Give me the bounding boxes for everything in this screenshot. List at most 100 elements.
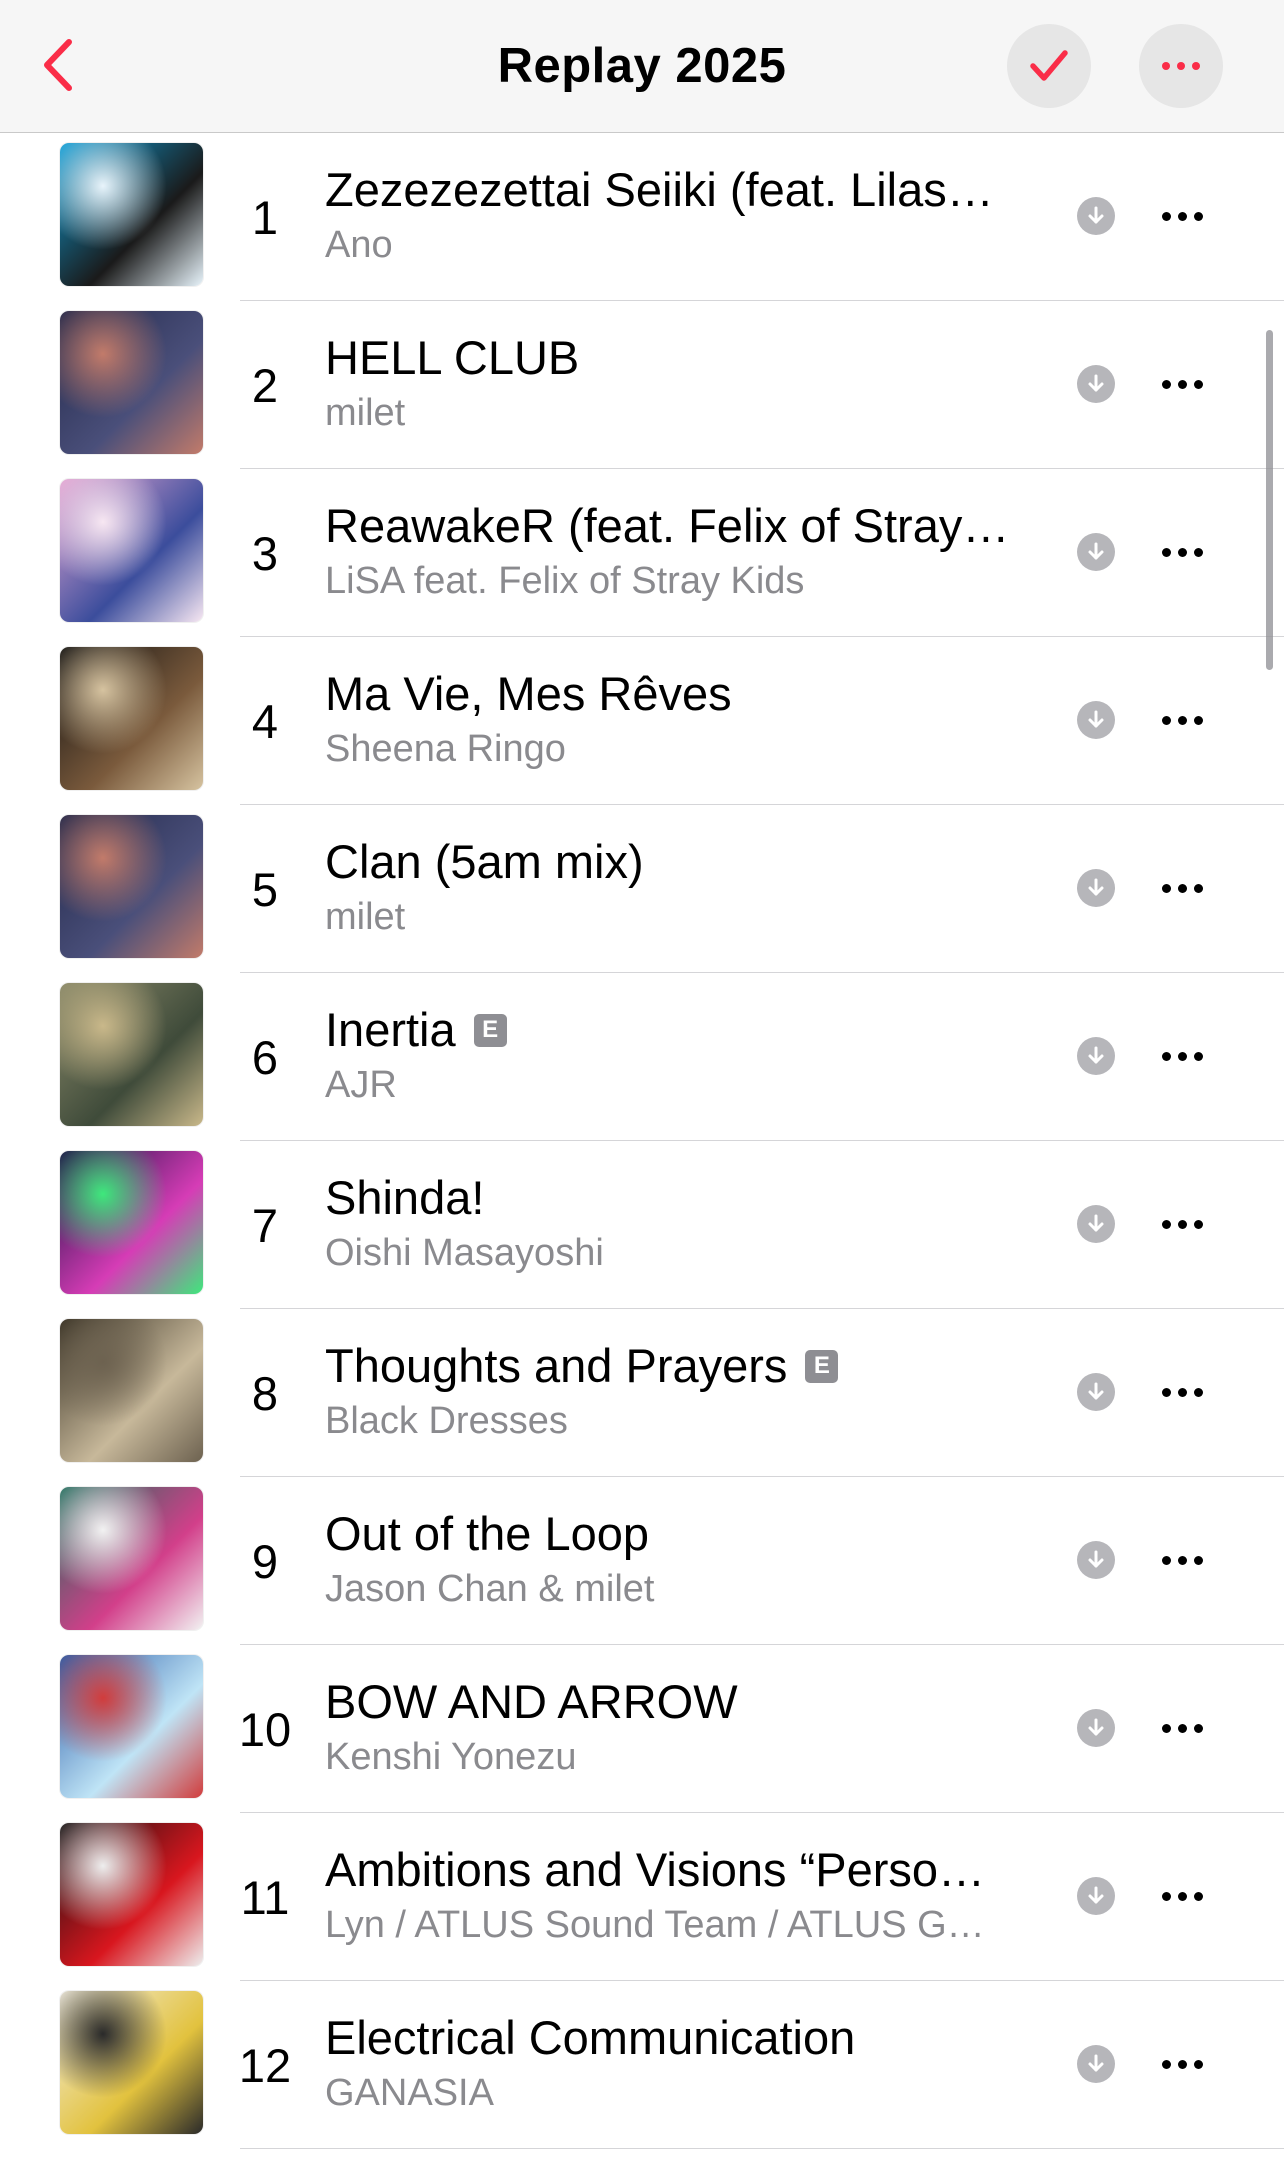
track-rank: 6 [251,1030,279,1084]
track-artist: Oishi Masayoshi [325,1232,604,1274]
track-meta: Out of the Loop Jason Chan & milet [325,1505,1015,1615]
download-arrow-icon[interactable] [1077,701,1115,739]
album-artwork [60,1991,203,2134]
explicit-badge: E [805,1349,839,1383]
track-rank: 2 [251,358,279,412]
ellipsis-icon[interactable] [1150,193,1214,239]
explicit-badge: E [473,1013,507,1047]
track-title-text: BOW AND ARROW [325,1675,738,1728]
track-list: 1 Zezezezettai Seiiki (feat. Lilas… Ano 2 HE… [0,133,1284,2149]
more-options-button[interactable] [1139,24,1223,108]
track-row[interactable]: 12 Electrical Communication GANASIA [0,1981,1284,2149]
track-meta: Ma Vie, Mes Rêves Sheena Ringo [325,665,1015,775]
track-artist: Black Dresses [325,1400,568,1442]
track-meta: BOW AND ARROW Kenshi Yonezu [325,1673,1015,1783]
page-title: Replay 2025 [497,39,787,93]
download-arrow-icon[interactable] [1077,1877,1115,1915]
track-row[interactable]: 2 HELL CLUB milet [0,301,1284,469]
track-rank: 9 [251,1534,279,1588]
track-meta: Electrical Communication GANASIA [325,2009,1015,2119]
track-rank: 11 [240,1870,290,1924]
album-artwork [60,1487,203,1630]
download-arrow-icon[interactable] [1077,1373,1115,1411]
track-meta: HELL CLUB milet [325,329,1015,439]
ellipsis-icon[interactable] [1150,529,1214,575]
track-title: Thoughts and Prayers E [325,1337,1015,1395]
album-artwork [60,983,203,1126]
track-row[interactable]: 3 ReawakeR (feat. Felix of Stray… LiSA fea… [0,469,1284,637]
done-button[interactable] [1007,24,1091,108]
album-artwork [60,1823,203,1966]
download-arrow-icon[interactable] [1077,1541,1115,1579]
track-meta: Zezezezettai Seiiki (feat. Lilas… Ano [325,161,1015,271]
download-arrow-icon[interactable] [1077,197,1115,235]
track-rank: 12 [238,2038,292,2092]
download-arrow-icon[interactable] [1077,2045,1115,2083]
track-title: Out of the Loop [325,1505,1015,1563]
track-title-text: Electrical Communication [325,2011,856,2064]
track-row[interactable]: 9 Out of the Loop Jason Chan & milet [0,1477,1284,1645]
ellipsis-icon[interactable] [1150,1369,1214,1415]
scrollbar[interactable] [1266,330,1273,670]
track-rank: 5 [251,862,279,916]
ellipsis-icon[interactable] [1150,361,1214,407]
download-arrow-icon[interactable] [1077,1709,1115,1747]
track-meta: ReawakeR (feat. Felix of Stray… LiSA feat… [325,497,1015,607]
download-arrow-icon[interactable] [1077,533,1115,571]
track-title: Zezezezettai Seiiki (feat. Lilas… [325,161,1015,219]
track-meta: Thoughts and Prayers E Black Dresses [325,1337,1015,1447]
track-title: ReawakeR (feat. Felix of Stray… [325,497,1015,555]
track-title-text: Thoughts and Prayers [325,1339,788,1392]
download-arrow-icon[interactable] [1077,869,1115,907]
track-artist: LiSA feat. Felix of Stray Kids [325,560,805,602]
track-artist: Kenshi Yonezu [325,1736,577,1778]
track-rank: 7 [251,1198,279,1252]
track-title: BOW AND ARROW [325,1673,1015,1731]
ellipsis-icon[interactable] [1150,1873,1214,1919]
ellipsis-icon[interactable] [1150,865,1214,911]
ellipsis-icon[interactable] [1150,2041,1214,2087]
track-artist: AJR [325,1064,397,1106]
track-row[interactable]: 11 Ambitions and Visions “Perso… Lyn / ATL… [0,1813,1284,1981]
track-rank: 3 [251,526,279,580]
album-artwork [60,1655,203,1798]
track-rank: 1 [251,190,279,244]
track-title: Electrical Communication [325,2009,1015,2067]
track-rank: 4 [251,694,279,748]
checkmark-icon [1030,50,1068,81]
track-artist: milet [325,392,406,434]
track-title-text: HELL CLUB [325,331,580,384]
download-arrow-icon[interactable] [1077,365,1115,403]
track-rank: 8 [251,1366,279,1420]
track-row[interactable]: 4 Ma Vie, Mes Rêves Sheena Ringo [0,637,1284,805]
nav-header: Replay 2025 [0,0,1284,133]
track-meta: Clan (5am mix) milet [325,833,1015,943]
ellipsis-icon[interactable] [1150,1201,1214,1247]
album-artwork [60,1151,203,1294]
album-artwork [60,311,203,454]
track-row[interactable]: 10 BOW AND ARROW Kenshi Yonezu [0,1645,1284,1813]
ellipsis-icon[interactable] [1150,1537,1214,1583]
track-row[interactable]: 8 Thoughts and Prayers E Black Dresses [0,1309,1284,1477]
track-artist: Jason Chan & milet [325,1568,655,1610]
track-meta: Ambitions and Visions “Perso… Lyn / ATLUS… [325,1841,1015,1951]
track-title-text: ReawakeR (feat. Felix of Stray… [325,499,1010,552]
ellipsis-icon[interactable] [1150,1033,1214,1079]
track-artist: Sheena Ringo [325,728,566,770]
ellipsis-icon[interactable] [1150,697,1214,743]
track-title: Ambitions and Visions “Perso… [325,1841,1015,1899]
track-title-text: Clan (5am mix) [325,835,644,888]
track-title-text: Out of the Loop [325,1507,650,1560]
track-row[interactable]: 1 Zezezezettai Seiiki (feat. Lilas… Ano [0,133,1284,301]
download-arrow-icon[interactable] [1077,1205,1115,1243]
track-row[interactable]: 5 Clan (5am mix) milet [0,805,1284,973]
track-row[interactable]: 7 Shinda! Oishi Masayoshi [0,1141,1284,1309]
ellipsis-icon[interactable] [1150,1705,1214,1751]
download-arrow-icon[interactable] [1077,1037,1115,1075]
track-row[interactable]: 6 Inertia E AJR [0,973,1284,1141]
album-artwork [60,479,203,622]
track-artist: Ano [325,224,393,266]
album-artwork [60,1319,203,1462]
track-title-text: Ma Vie, Mes Rêves [325,667,732,720]
track-title: HELL CLUB [325,329,1015,387]
